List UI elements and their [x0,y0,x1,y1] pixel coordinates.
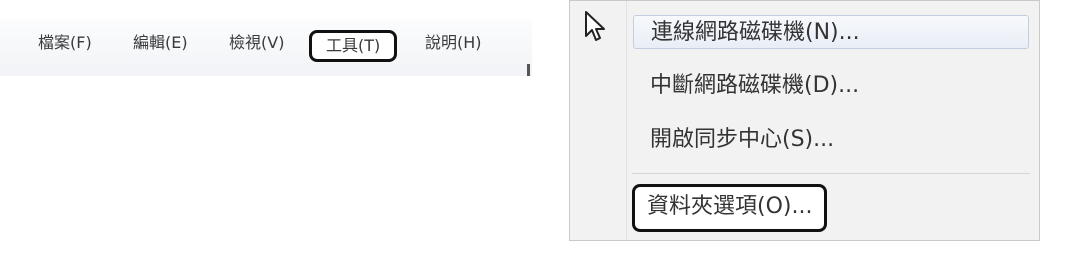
menu-item-folder-options[interactable]: 資料夾選項(O)... [632,184,828,232]
menu-help[interactable]: 說明(H) [425,30,482,56]
tools-dropdown-menu: 連線網路磁碟機(N)... 中斷網路磁碟機(D)... 開啟同步中心(S)...… [569,0,1040,241]
toolbar-grip[interactable] [527,64,530,76]
menu-item-disconnect-network-drive[interactable]: 中斷網路磁碟機(D)... [650,69,859,103]
menu-separator [632,173,1030,174]
toolbar-strip [0,64,532,76]
menu-gutter-divider [626,1,627,240]
menu-edit[interactable]: 編輯(E) [133,30,188,56]
menu-item-map-network-drive[interactable]: 連線網路磁碟機(N)... [633,15,1029,49]
menu-tools[interactable]: 工具(T) [309,30,398,62]
mouse-pointer-icon [585,11,605,41]
menu-item-open-sync-center[interactable]: 開啟同步中心(S)... [650,123,834,157]
menu-view[interactable]: 檢視(V) [229,30,284,56]
menu-file[interactable]: 檔案(F) [38,30,92,56]
